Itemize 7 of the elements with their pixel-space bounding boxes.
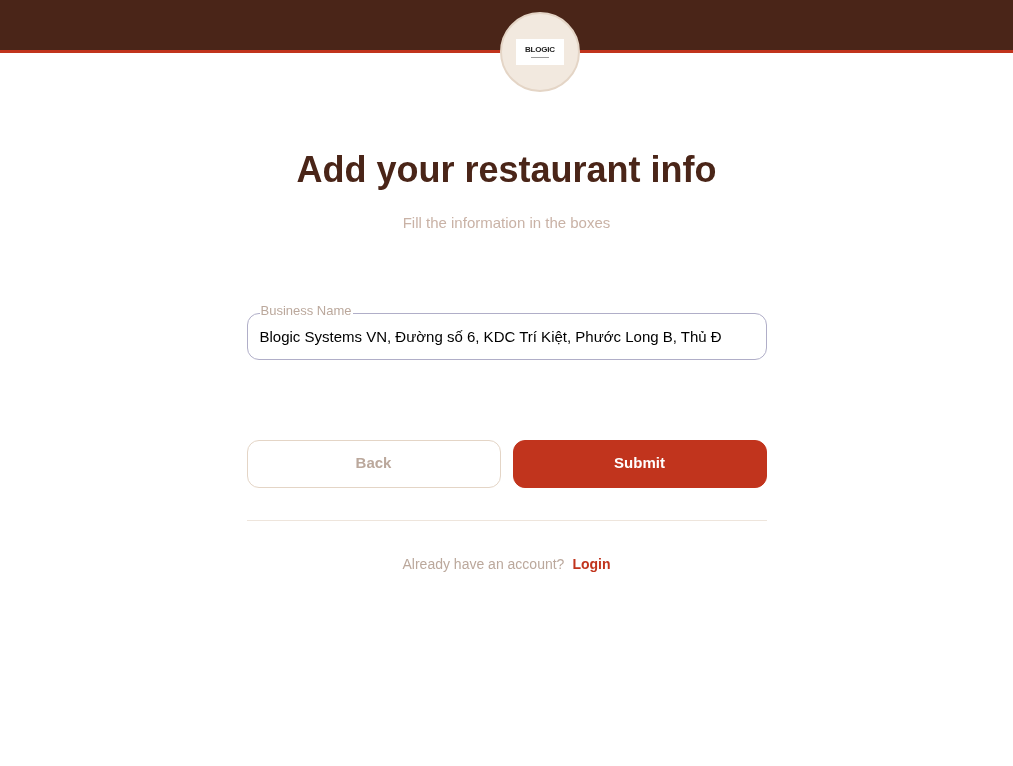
submit-button[interactable]: Submit: [512, 439, 767, 488]
footer-text: Already have an account?: [402, 554, 565, 574]
page-title: Add your restaurant info: [296, 148, 717, 192]
logo-text: BLOGIC: [525, 45, 555, 54]
login-link[interactable]: Login: [572, 553, 611, 575]
logo-tagline-icon: [531, 55, 549, 59]
page-subtitle: Fill the information in the boxes: [402, 213, 611, 233]
